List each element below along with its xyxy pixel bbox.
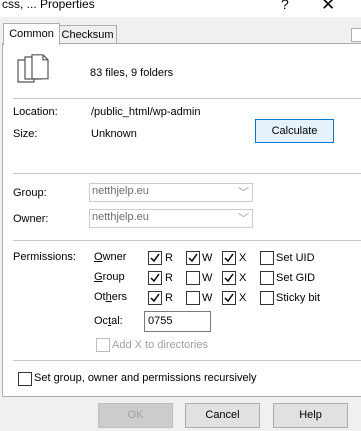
- permissions-label: Permissions:: [13, 251, 76, 263]
- group-combo[interactable]: netthjelp.eu ﹀: [89, 183, 253, 202]
- window-title: css, ... Properties: [2, 0, 95, 11]
- separator: [13, 240, 361, 241]
- files-icon: [17, 54, 49, 83]
- location-value: /public_html/wp-admin: [91, 106, 201, 118]
- set-uid-checkbox[interactable]: [260, 251, 274, 265]
- owner-read-label: R: [165, 252, 173, 264]
- others-execute-checkbox[interactable]: [222, 291, 236, 305]
- tab-scroll-stub[interactable]: [351, 28, 361, 42]
- group-execute-checkbox[interactable]: [222, 271, 236, 285]
- recursive-label: Set group, owner and permissions recursi…: [34, 372, 257, 384]
- title-bar: css, ... Properties ? ✕: [0, 0, 361, 17]
- separator: [13, 98, 361, 99]
- group-read-label: R: [165, 272, 173, 284]
- owner-write-checkbox[interactable]: [186, 251, 200, 265]
- group-label: Group:: [13, 187, 47, 199]
- owner-execute-checkbox[interactable]: [222, 251, 236, 265]
- owner-execute-label: X: [239, 252, 247, 264]
- sticky-bit-label: Sticky bit: [276, 292, 321, 304]
- others-write-label: W: [202, 292, 213, 304]
- owner-read-checkbox[interactable]: [148, 251, 162, 265]
- others-read-label: R: [165, 292, 173, 304]
- separator: [13, 360, 361, 361]
- others-read-checkbox[interactable]: [148, 291, 162, 305]
- set-gid-label: Set GID: [276, 272, 316, 284]
- chevron-down-icon: ﹀: [238, 187, 249, 199]
- add-x-checkbox[interactable]: [96, 338, 110, 352]
- others-perm-label: Others: [94, 291, 128, 303]
- octal-input[interactable]: 0755: [144, 311, 211, 332]
- owner-write-label: W: [202, 252, 213, 264]
- octal-value: 0755: [148, 315, 173, 327]
- others-execute-label: X: [239, 292, 247, 304]
- set-uid-label: Set UID: [276, 252, 315, 264]
- ok-button[interactable]: OK: [98, 403, 173, 428]
- group-read-checkbox[interactable]: [148, 271, 162, 285]
- owner-value: netthjelp.eu: [92, 211, 149, 223]
- add-x-label: Add X to directories: [112, 339, 208, 351]
- size-label: Size:: [13, 128, 38, 140]
- calculate-button[interactable]: Calculate: [255, 119, 334, 143]
- size-value: Unknown: [91, 128, 137, 140]
- set-gid-checkbox[interactable]: [260, 271, 274, 285]
- group-perm-label: Group: [94, 271, 125, 283]
- owner-label: Owner:: [13, 213, 49, 225]
- close-window-button[interactable]: ✕: [321, 0, 335, 15]
- group-value: netthjelp.eu: [92, 185, 149, 197]
- group-execute-label: X: [239, 272, 247, 284]
- selection-summary: 83 files, 9 folders: [90, 67, 174, 79]
- chevron-down-icon: ﹀: [238, 213, 249, 225]
- help-title-button[interactable]: ?: [281, 0, 289, 12]
- cancel-button[interactable]: Cancel: [185, 403, 260, 428]
- tab-common[interactable]: Common: [3, 23, 60, 45]
- location-label: Location:: [13, 106, 58, 118]
- others-write-checkbox[interactable]: [186, 291, 200, 305]
- separator: [13, 173, 361, 174]
- group-write-label: W: [202, 272, 213, 284]
- tab-checksum[interactable]: Checksum: [58, 25, 117, 44]
- owner-perm-label: Owner: [94, 251, 127, 263]
- sticky-bit-checkbox[interactable]: [260, 291, 274, 305]
- group-write-checkbox[interactable]: [186, 271, 200, 285]
- help-button[interactable]: Help: [273, 403, 348, 428]
- octal-label: Octal:: [94, 315, 123, 327]
- recursive-checkbox[interactable]: [18, 372, 32, 386]
- owner-combo[interactable]: netthjelp.eu ﹀: [89, 209, 253, 228]
